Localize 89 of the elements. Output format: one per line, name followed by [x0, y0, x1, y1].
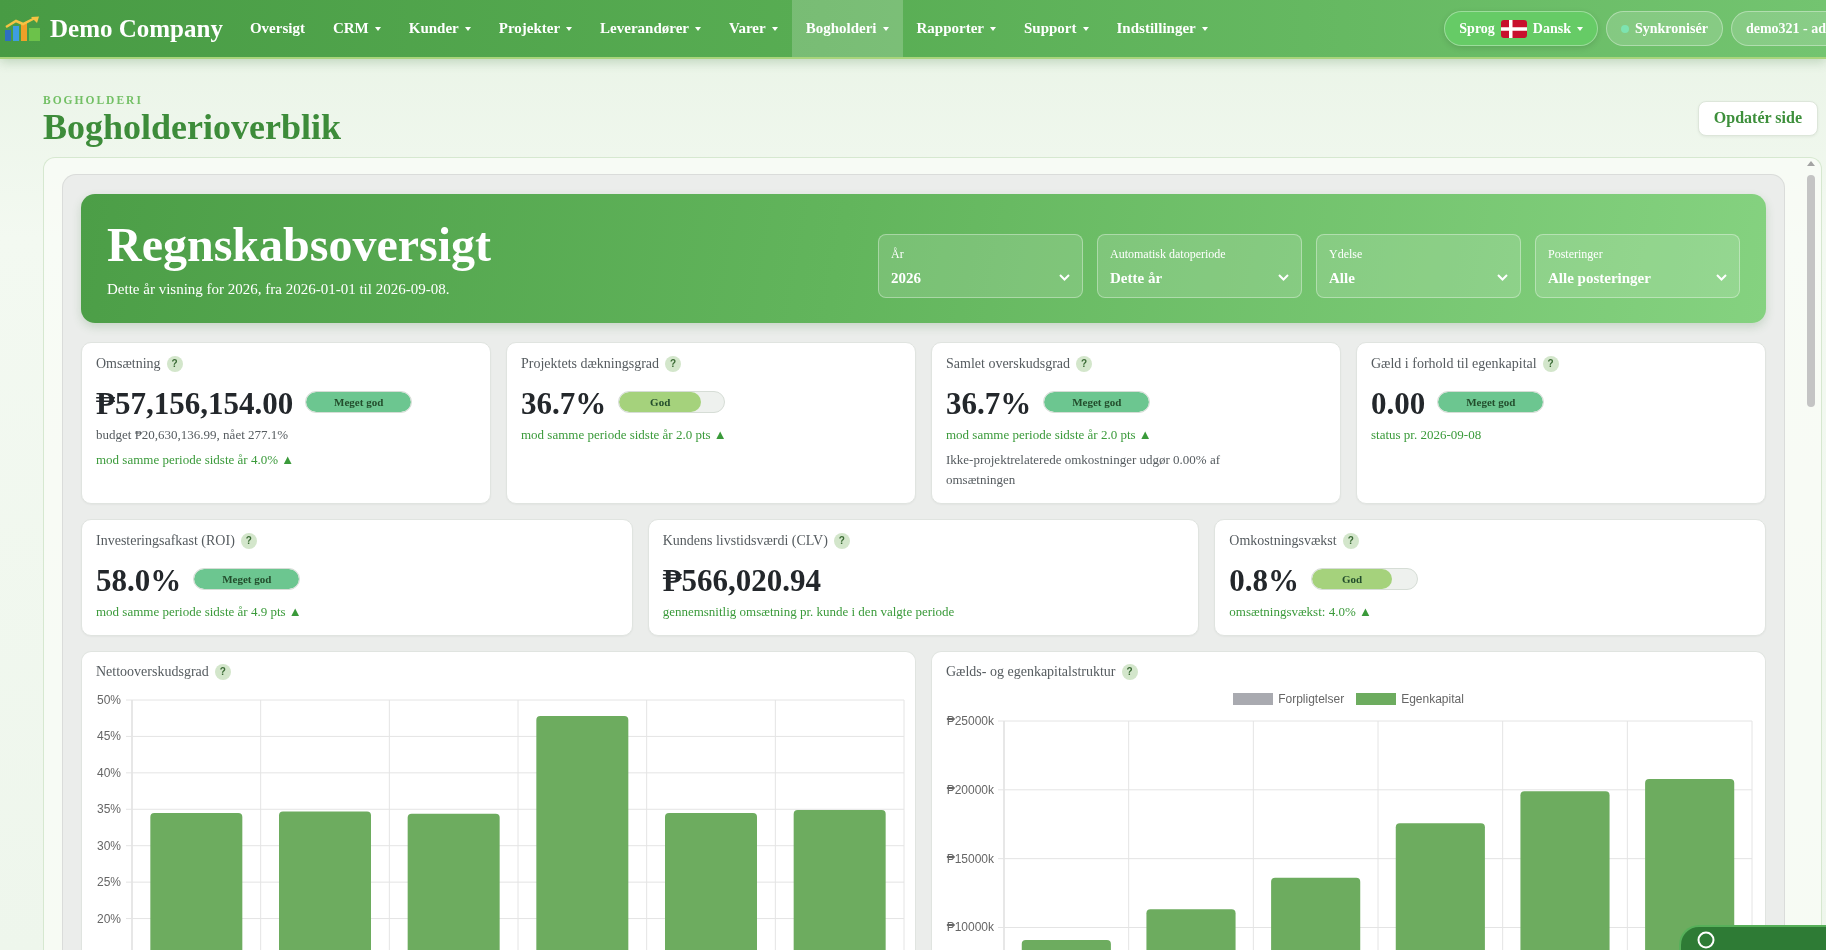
filter-dropdown[interactable]: Automatisk datoperiode Dette år	[1097, 233, 1302, 298]
brand-name[interactable]: Demo Company	[50, 13, 223, 44]
chart-title: Nettooverskudsgrad	[96, 663, 209, 681]
kpi-title: Investeringsafkast (ROI)	[96, 532, 235, 550]
page-category-label: BOGHOLDERI	[43, 93, 143, 107]
rating-fill: Meget god	[306, 392, 412, 412]
rating-fill: Meget god	[1044, 392, 1150, 412]
kpi-title: Kundens livstidsværdi (CLV)	[662, 532, 828, 550]
legend-label[interactable]: Egenkapital	[1401, 692, 1464, 706]
help-button[interactable]: ?	[214, 664, 231, 680]
nav-menu-item[interactable]: Bogholderi	[791, 0, 903, 57]
logo-icon[interactable]	[4, 15, 41, 42]
axis-tick-label: ₱25000k	[946, 714, 994, 728]
banner-subtitle: Dette år visning for 2026, fra 2026-01-01 til 2026-09-08.	[107, 279, 451, 299]
kpi-title: Samlet overskudsgrad	[946, 355, 1071, 373]
nav-menu-item[interactable]: Projekter	[484, 0, 587, 57]
sync-button[interactable]: Synkronisér	[1606, 11, 1723, 46]
kpi-title: Omsætning	[96, 355, 161, 373]
nav-menu-item[interactable]: Kunder	[394, 0, 485, 57]
nav-menu-item[interactable]: CRM	[318, 0, 395, 57]
chat-bubble-icon	[1697, 931, 1715, 949]
kpi-title: Gæld i forhold til egenkapital	[1371, 355, 1537, 373]
filter-dropdown[interactable]: Ydelse Alle	[1316, 233, 1521, 298]
help-button[interactable]: ?	[240, 533, 257, 549]
kpi-note: mod samme periode sidste år 2.0 pts ▲	[946, 426, 1153, 444]
kpi-value: 36.7%	[946, 385, 1032, 423]
axis-tick-label: ₱15000k	[946, 851, 994, 866]
kpi-value: 0.00	[1371, 385, 1426, 423]
kpi-value: ₱57,156,154.00	[96, 385, 294, 423]
kpi-value: 0.8%	[1229, 562, 1300, 600]
kpi-value: 36.7%	[521, 385, 607, 423]
kpi-note: budget ₱20,630,136.99, nået 277.1%	[96, 426, 290, 444]
rating-fill: Meget god	[194, 569, 300, 589]
chat-button[interactable]	[1679, 925, 1826, 950]
rating-fill: God	[1312, 569, 1392, 589]
kpi-note: status pr. 2026-09-08	[1371, 426, 1483, 444]
rating-fill: God	[619, 392, 702, 412]
legend-swatch-icon[interactable]	[1356, 693, 1397, 705]
help-button[interactable]: ?	[833, 533, 850, 549]
filter-dropdown[interactable]: År 2026	[878, 233, 1083, 298]
axis-tick-label: 20%	[96, 911, 121, 926]
page-title: Bogholderioverblik	[43, 108, 343, 146]
chevron-down-icon	[1497, 274, 1508, 281]
axis-tick-label: 50%	[96, 693, 121, 707]
kpi-value: ₱566,020.94	[662, 562, 822, 600]
rating-fill: Meget god	[1438, 392, 1544, 412]
user-menu-button[interactable]: demo321 - ad	[1730, 11, 1826, 46]
kpi-title: Projektets dækningsgrad	[521, 355, 660, 373]
axis-tick-label: 35%	[96, 802, 121, 817]
chevron-down-icon	[1059, 274, 1070, 281]
nav-menu-item[interactable]: Oversigt	[235, 0, 319, 57]
help-button[interactable]: ?	[665, 356, 682, 372]
chevron-down-icon	[1716, 274, 1727, 281]
help-button[interactable]: ?	[1121, 664, 1138, 680]
nav-menu-item[interactable]: Varer	[715, 0, 792, 57]
axis-tick-label: 40%	[96, 765, 121, 780]
axis-tick-label: 45%	[96, 729, 121, 744]
nav-menu-item[interactable]: Support	[1010, 0, 1103, 57]
refresh-button[interactable]: Opdatér side	[1697, 100, 1818, 136]
language-selector[interactable]: Sprog Dansk	[1444, 11, 1598, 46]
nav-menu-item[interactable]: Leverandører	[586, 0, 715, 57]
kpi-note: Ikke-projektrelaterede omkostninger udgør 0.00% af omsætningen	[946, 451, 1221, 489]
help-button[interactable]: ?	[1076, 356, 1093, 372]
axis-tick-label: 25%	[96, 875, 121, 890]
kpi-note: omsætningsvækst: 4.0% ▲	[1229, 603, 1373, 621]
filter-dropdown[interactable]: Posteringer Alle posteringer	[1535, 233, 1740, 298]
flag-icon	[1500, 19, 1527, 38]
help-button[interactable]: ?	[1342, 533, 1359, 549]
kpi-note: mod samme periode sidste år 4.0% ▲	[96, 451, 296, 469]
kpi-title: Omkostningsvækst	[1229, 532, 1337, 550]
chart-title: Gælds- og egenkapitalstruktur	[946, 663, 1116, 681]
axis-tick-label: 30%	[96, 838, 121, 853]
legend-swatch-icon[interactable]	[1233, 693, 1274, 705]
help-button[interactable]: ?	[1542, 356, 1559, 372]
kpi-note: gennemsnitlig omsætning pr. kunde i den valgte periode	[662, 603, 956, 621]
kpi-note: mod samme periode sidste år 4.9 pts ▲	[96, 603, 303, 621]
axis-tick-label: ₱10000k	[946, 920, 994, 935]
scrollbar-thumb[interactable]	[1807, 175, 1815, 407]
banner-title: Regnskabsoversigt	[107, 218, 492, 271]
axis-tick-label: ₱20000k	[946, 782, 994, 797]
nav-menu-item[interactable]: Rapporter	[902, 0, 1010, 57]
nav-menu-item[interactable]: Indstillinger	[1102, 0, 1222, 57]
caret-icon	[1577, 26, 1583, 31]
help-button[interactable]: ?	[166, 356, 183, 372]
scroll-up-arrow-icon[interactable]	[1807, 161, 1815, 166]
kpi-note: mod samme periode sidste år 2.0 pts ▲	[521, 426, 728, 444]
chevron-down-icon	[1278, 274, 1289, 281]
legend-label[interactable]: Forpligtelser	[1278, 692, 1345, 706]
kpi-value: 58.0%	[96, 562, 182, 600]
